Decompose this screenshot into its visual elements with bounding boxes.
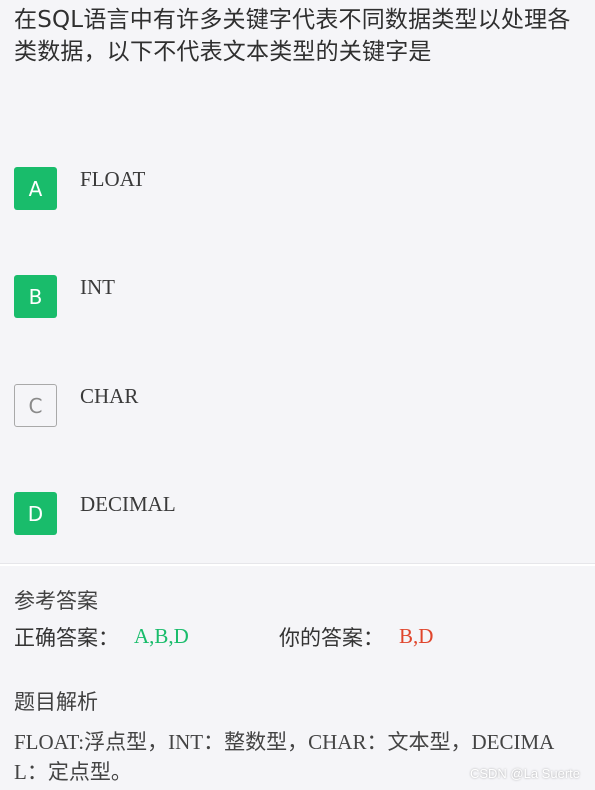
option-b-badge[interactable]: B	[14, 275, 57, 318]
option-a-badge[interactable]: A	[14, 167, 57, 210]
analysis-title: 题目解析	[14, 690, 98, 714]
watermark: CSDN @La Suerte	[469, 766, 580, 781]
option-c-badge[interactable]: C	[14, 384, 57, 427]
option-d-text[interactable]: DECIMAL	[80, 492, 176, 516]
option-c-text[interactable]: CHAR	[80, 384, 138, 408]
question-text: 在SQL语言中有许多关键字代表不同数据类型以处理各类数据，以下不代表文本类型的关…	[14, 7, 571, 65]
option-a[interactable]: A FLOAT	[14, 167, 574, 211]
reference-answer-title: 参考答案	[14, 589, 98, 613]
option-b[interactable]: B INT	[14, 275, 574, 319]
correct-answer-value: A,B,D	[134, 624, 189, 648]
user-answer-label: 你的答案：	[279, 626, 384, 650]
section-divider	[0, 563, 595, 566]
user-answer-value: B,D	[399, 624, 434, 648]
correct-answer-label: 正确答案：	[14, 626, 119, 650]
option-d-badge[interactable]: D	[14, 492, 57, 535]
option-d[interactable]: D DECIMAL	[14, 492, 574, 536]
option-c[interactable]: C CHAR	[14, 384, 574, 428]
option-a-text[interactable]: FLOAT	[80, 167, 145, 191]
option-b-text[interactable]: INT	[80, 275, 115, 299]
answer-row: 正确答案： A,B,D 你的答案： B,D	[14, 621, 584, 655]
